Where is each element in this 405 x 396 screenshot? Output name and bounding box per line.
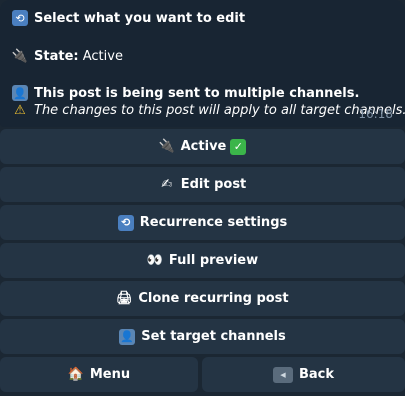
recurrence-settings-button[interactable]: ⟲ Recurrence settings: [0, 205, 405, 240]
state-value: Active: [82, 48, 123, 64]
state-label: State:: [34, 48, 79, 64]
multi-channel-note: The changes to this post will apply to a…: [34, 102, 405, 118]
back-arrow-icon: ◀: [272, 366, 293, 383]
eyes-icon: 👀: [146, 253, 163, 268]
printer-icon: 🖨: [116, 291, 133, 306]
menu-button[interactable]: 🏠 Menu: [0, 357, 198, 392]
menu-button-label: Menu: [89, 367, 131, 382]
writing-hand-icon: ✍: [161, 177, 173, 192]
person-icon: 👤: [12, 85, 28, 101]
message-bubble: ⟲ Select what you want to edit 🔌 State: …: [0, 0, 405, 127]
clone-recurring-post-button-label: Clone recurring post: [138, 291, 289, 306]
clone-recurring-post-button[interactable]: 🖨 Clone recurring post: [0, 281, 405, 316]
repeat-icon: ⟲: [12, 10, 28, 26]
multi-channel-note-row: ⚠ The changes to this post will apply to…: [12, 101, 405, 119]
full-preview-button-label: Full preview: [168, 253, 259, 268]
recurrence-settings-button-label: Recurrence settings: [139, 215, 288, 230]
plug-icon: 🔌: [158, 139, 175, 154]
set-target-channels-button[interactable]: 👤 Set target channels: [0, 319, 405, 354]
full-preview-button[interactable]: 👀 Full preview: [0, 243, 405, 278]
plug-icon: 🔌: [11, 48, 29, 64]
state-row: 🔌 State: Active: [12, 47, 123, 65]
warning-icon: ⚠: [14, 102, 26, 118]
message-title-row: ⟲ Select what you want to edit: [12, 9, 245, 27]
message-title: Select what you want to edit: [34, 10, 246, 26]
edit-post-button-label: Edit post: [180, 177, 247, 192]
multi-channel-row: 👤 This post is being sent to multiple ch…: [12, 84, 359, 102]
set-target-channels-button-label: Set target channels: [141, 329, 286, 344]
active-button[interactable]: 🔌 Active ✓: [0, 129, 405, 164]
repeat-icon: ⟲: [117, 214, 134, 231]
edit-post-button[interactable]: ✍ Edit post: [0, 167, 405, 202]
person-icon: 👤: [119, 328, 136, 345]
house-icon: 🏠: [67, 367, 84, 382]
multi-channel-title: This post is being sent to multiple chan…: [34, 85, 360, 101]
check-icon: ✓: [230, 138, 247, 155]
back-button-label: Back: [298, 367, 335, 382]
active-button-label: Active: [180, 139, 227, 154]
message-time: 16:18: [358, 107, 393, 121]
back-button[interactable]: ◀ Back: [202, 357, 405, 392]
